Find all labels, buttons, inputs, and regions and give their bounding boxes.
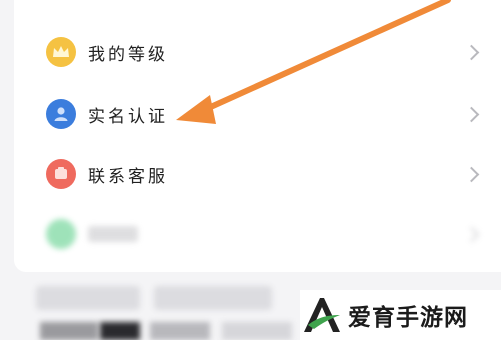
watermark: 爱育手游网 xyxy=(300,290,501,340)
watermark-text: 爱育手游网 xyxy=(348,305,468,331)
watermark-logo-icon xyxy=(304,298,340,332)
annotation-arrow xyxy=(176,0,451,124)
